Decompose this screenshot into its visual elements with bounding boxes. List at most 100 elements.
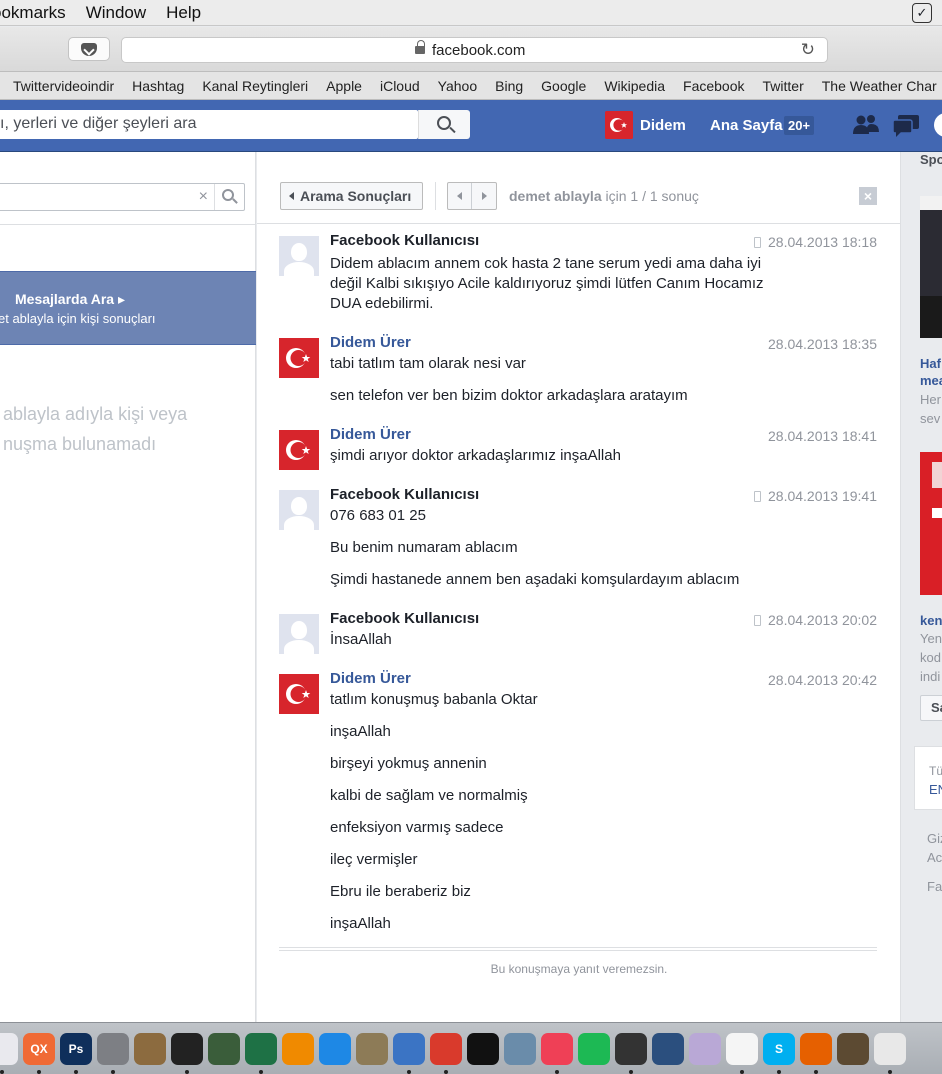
steam-icon[interactable] bbox=[393, 1032, 425, 1074]
reload-icon[interactable]: ↻ bbox=[801, 40, 815, 60]
reply-disabled-note: Bu konuşmaya yanıt veremezsin. bbox=[490, 962, 668, 976]
message-timestamp: 28.04.2013 18:41 bbox=[768, 428, 877, 444]
ad-action-button[interactable]: Sa bbox=[920, 695, 942, 721]
previous-result-button[interactable] bbox=[448, 183, 472, 209]
mobile-phone-icon bbox=[754, 615, 761, 626]
language-current: Tü bbox=[929, 764, 942, 778]
message-timestamp: 28.04.2013 20:02 bbox=[754, 612, 877, 628]
running-indicator bbox=[185, 1069, 189, 1074]
sender-name[interactable]: Facebook Kullanıcısı bbox=[330, 486, 479, 503]
photoshop-icon[interactable]: Ps bbox=[60, 1032, 92, 1074]
ad-title[interactable]: ken bbox=[920, 613, 942, 628]
sender-name[interactable]: Didem Ürer bbox=[330, 334, 411, 351]
sidebar-search-button[interactable] bbox=[214, 184, 244, 210]
mobile-phone-icon bbox=[754, 237, 761, 248]
favorite-link[interactable]: Apple bbox=[326, 78, 362, 94]
terminal-icon[interactable] bbox=[467, 1032, 499, 1065]
running-indicator bbox=[777, 1069, 781, 1074]
address-bar[interactable]: facebook.com ↻ bbox=[121, 37, 828, 63]
excel-icon[interactable] bbox=[245, 1032, 277, 1074]
sender-avatar[interactable] bbox=[279, 236, 319, 276]
vlc-icon[interactable] bbox=[282, 1032, 314, 1065]
sender-avatar[interactable] bbox=[279, 430, 319, 470]
checkmark-status-icon[interactable]: ✓ bbox=[912, 3, 932, 23]
language-link[interactable]: EN bbox=[929, 782, 942, 797]
next-result-button[interactable] bbox=[472, 183, 496, 209]
favorite-link[interactable]: Bing bbox=[495, 78, 523, 94]
package-icon[interactable] bbox=[134, 1032, 166, 1065]
profile-name-link[interactable]: Didem bbox=[640, 117, 686, 134]
pdf-icon[interactable] bbox=[430, 1032, 462, 1074]
ad-title[interactable]: mea bbox=[920, 373, 942, 388]
pocket-icon[interactable] bbox=[541, 1032, 573, 1074]
ad-title[interactable]: Haf bbox=[920, 356, 941, 371]
close-search-button[interactable]: × bbox=[859, 187, 877, 205]
system-prefs-icon[interactable] bbox=[97, 1032, 129, 1074]
favorite-link[interactable]: Kanal Reytingleri bbox=[202, 78, 308, 94]
favorite-link[interactable]: Google bbox=[541, 78, 586, 94]
youtube-icon[interactable] bbox=[615, 1032, 647, 1074]
favorite-link[interactable]: Hashtag bbox=[132, 78, 184, 94]
message-text: enfeksiyon varmış sadece bbox=[330, 819, 504, 836]
sender-avatar[interactable] bbox=[279, 490, 319, 530]
timestamp-text: 28.04.2013 20:42 bbox=[768, 672, 877, 688]
firefox-icon[interactable] bbox=[800, 1032, 832, 1074]
friend-requests-icon[interactable] bbox=[852, 114, 880, 136]
sender-avatar[interactable] bbox=[279, 614, 319, 654]
activity-monitor-icon[interactable] bbox=[171, 1032, 203, 1074]
skype-icon[interactable]: S bbox=[763, 1032, 795, 1074]
favorite-link[interactable]: Twitter bbox=[763, 78, 804, 94]
right-arrow-icon bbox=[481, 192, 487, 200]
menu-bookmarks[interactable]: ookmarks bbox=[0, 3, 66, 23]
favorite-link[interactable]: iCloud bbox=[380, 78, 420, 94]
sender-avatar[interactable] bbox=[279, 338, 319, 378]
clear-search-icon[interactable]: × bbox=[199, 188, 208, 206]
favorite-link[interactable]: Yahoo bbox=[438, 78, 477, 94]
sender-name[interactable]: Facebook Kullanıcısı bbox=[330, 232, 479, 249]
sender-avatar[interactable] bbox=[279, 674, 319, 714]
search-in-messages-subtitle: et ablayla için kişi sonuçları bbox=[0, 311, 156, 326]
photo-icon[interactable] bbox=[208, 1032, 240, 1065]
sidebar-search-input[interactable]: × bbox=[0, 183, 245, 211]
sender-name[interactable]: Facebook Kullanıcısı bbox=[330, 610, 479, 627]
search-in-messages-item[interactable]: Mesajlarda Ara ▸ et ablayla için kişi so… bbox=[0, 271, 256, 345]
divider bbox=[0, 224, 256, 225]
menu-window[interactable]: Window bbox=[86, 3, 146, 23]
qx-icon[interactable]: QX bbox=[23, 1032, 55, 1074]
favorite-link[interactable]: Facebook bbox=[683, 78, 744, 94]
quicktime-icon[interactable] bbox=[652, 1032, 684, 1065]
ad-image[interactable] bbox=[920, 196, 942, 338]
pocket-button[interactable] bbox=[68, 37, 110, 61]
sender-name[interactable]: Didem Ürer bbox=[330, 426, 411, 443]
running-indicator bbox=[629, 1069, 633, 1074]
running-indicator bbox=[37, 1069, 41, 1074]
gimp-icon[interactable] bbox=[356, 1032, 388, 1065]
profile-avatar[interactable] bbox=[605, 111, 633, 139]
favorite-link[interactable]: The Weather Char bbox=[822, 78, 937, 94]
app-icon[interactable] bbox=[319, 1032, 351, 1065]
textedit-icon[interactable] bbox=[874, 1032, 906, 1074]
message-timestamp: 28.04.2013 19:41 bbox=[754, 488, 877, 504]
footer-link[interactable]: Ac bbox=[927, 850, 942, 865]
ad-image[interactable] bbox=[920, 452, 942, 595]
spotify-icon[interactable] bbox=[578, 1032, 610, 1065]
footer-link[interactable]: Giz bbox=[927, 831, 942, 846]
favorite-link[interactable]: Wikipedia bbox=[604, 78, 665, 94]
back-to-results-button[interactable]: Arama Sonuçları bbox=[280, 182, 423, 210]
menu-help[interactable]: Help bbox=[166, 3, 201, 23]
sender-name[interactable]: Didem Ürer bbox=[330, 670, 411, 687]
ribbon-icon[interactable] bbox=[689, 1032, 721, 1065]
favorites-bar: Twittervideoindir Hashtag Kanal Reytingler… bbox=[0, 72, 942, 100]
music-icon[interactable] bbox=[0, 1032, 18, 1074]
running-indicator bbox=[407, 1069, 411, 1074]
home-link[interactable]: Ana Sayfa bbox=[710, 117, 783, 134]
result-pager bbox=[447, 182, 497, 210]
preview-icon[interactable] bbox=[504, 1032, 536, 1065]
notes-icon[interactable] bbox=[726, 1032, 758, 1074]
favorite-link[interactable]: Twittervideoindir bbox=[13, 78, 114, 94]
messages-icon[interactable] bbox=[892, 114, 920, 138]
footer-link[interactable]: Fa bbox=[927, 879, 942, 894]
facebook-search-input[interactable]: ı, yerleri ve diğer şeyleri ara bbox=[0, 110, 418, 139]
bin-icon[interactable] bbox=[837, 1032, 869, 1065]
facebook-search-button[interactable] bbox=[418, 110, 470, 139]
